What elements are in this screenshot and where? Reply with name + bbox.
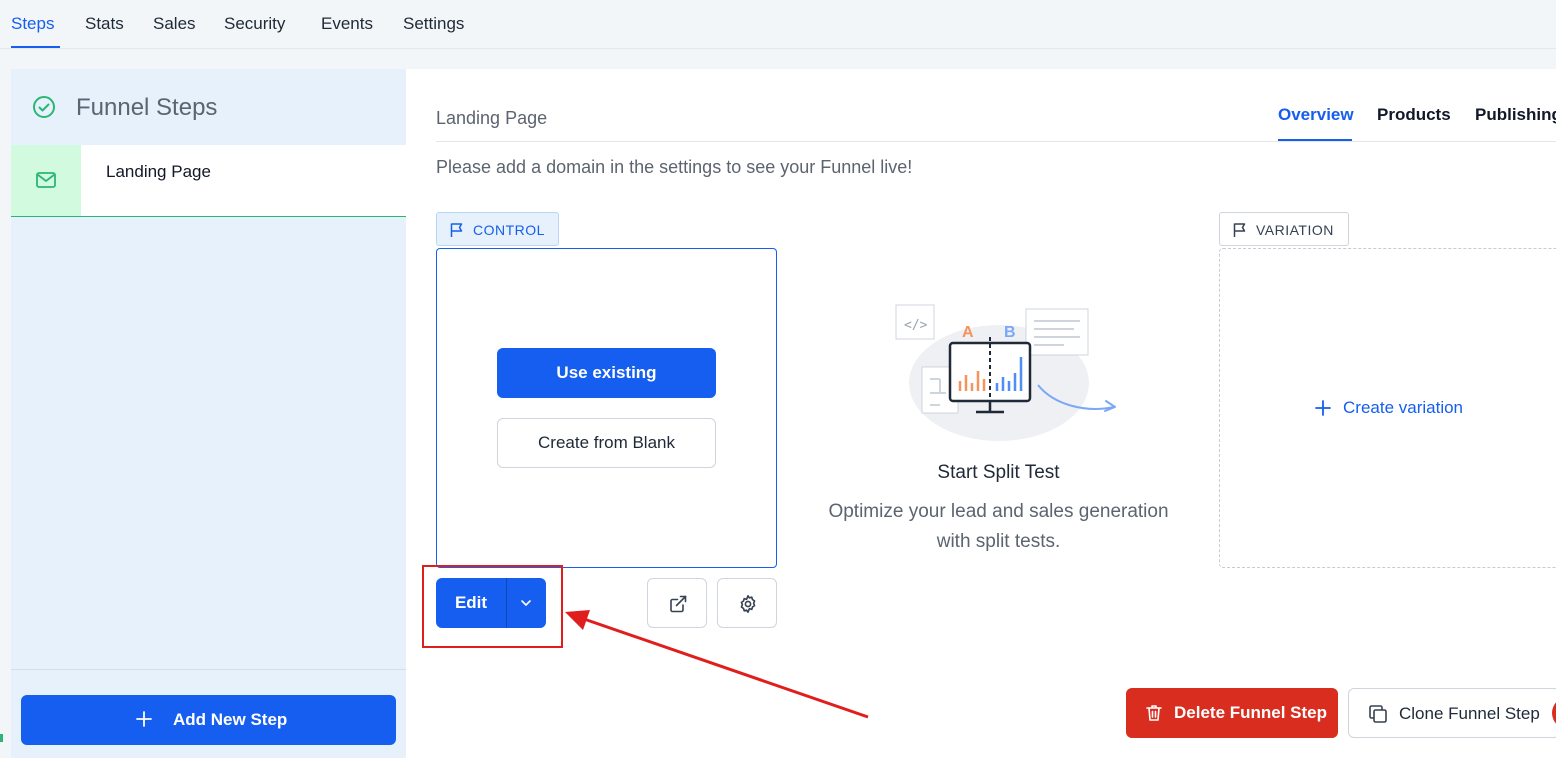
tab-publishing[interactable]: Publishing (1475, 105, 1556, 125)
external-link-icon (670, 595, 687, 613)
plus-icon (136, 711, 152, 727)
header-divider (436, 141, 1556, 142)
top-navigation: Steps Stats Sales Security Events Settin… (0, 0, 1556, 49)
variant-b-label: B (1004, 324, 1016, 341)
add-new-step-label: Add New Step (173, 710, 288, 729)
clone-funnel-step-button[interactable]: Clone Funnel Step (1348, 688, 1556, 738)
tab-overview[interactable]: Overview (1278, 105, 1354, 125)
sidebar-divider (11, 669, 406, 670)
domain-notice: Please add a domain in the settings to s… (436, 157, 913, 177)
variation-label: VARIATION (1256, 222, 1334, 238)
check-circle-icon (33, 96, 55, 118)
edge-indicator (0, 734, 3, 742)
mail-icon (36, 172, 56, 188)
tab-stats[interactable]: Stats (85, 14, 124, 34)
flag-icon (1233, 223, 1246, 237)
split-test-title: Start Split Test (937, 462, 1060, 483)
control-label: CONTROL (473, 222, 545, 238)
use-existing-button[interactable]: Use existing (497, 348, 716, 398)
clone-funnel-step-label: Clone Funnel Step (1399, 704, 1540, 723)
create-variation-label: Create variation (1343, 398, 1464, 417)
step-settings-button[interactable] (717, 578, 777, 628)
tab-security[interactable]: Security (224, 14, 285, 34)
control-badge: CONTROL (436, 212, 559, 246)
delete-funnel-step-button[interactable]: Delete Funnel Step (1126, 688, 1338, 738)
open-preview-button[interactable] (647, 578, 707, 628)
delete-funnel-step-label: Delete Funnel Step (1174, 703, 1328, 722)
tab-settings[interactable]: Settings (403, 14, 464, 34)
funnel-steps-sidebar: Funnel Steps Landing Page Add New Step (11, 69, 406, 758)
sidebar-step-landing-page[interactable]: Landing Page (11, 145, 406, 217)
step-detail-panel: Landing Page Overview Products Publishin… (406, 69, 1556, 758)
tab-steps[interactable]: Steps (11, 14, 54, 34)
gear-icon (740, 595, 756, 613)
add-new-step-button[interactable]: Add New Step (21, 695, 396, 745)
sidebar-step-label: Landing Page (106, 162, 211, 181)
tab-sales[interactable]: Sales (153, 14, 196, 34)
tab-products[interactable]: Products (1377, 105, 1451, 125)
plus-icon (1315, 400, 1331, 416)
copy-icon (1369, 705, 1387, 723)
split-test-description: Optimize your lead and sales generation … (828, 501, 1169, 552)
active-tab-indicator (11, 46, 60, 48)
sidebar-header: Funnel Steps (11, 69, 406, 145)
split-test-illustration: </> A B (895, 304, 1116, 441)
variation-placeholder-card: Create variation (1219, 248, 1556, 568)
variant-a-label: A (962, 324, 974, 341)
variation-badge: VARIATION (1219, 212, 1349, 246)
control-page-card: Use existing Create from Blank (436, 248, 777, 568)
annotation-highlight-box (422, 565, 563, 648)
create-from-blank-button[interactable]: Create from Blank (497, 418, 716, 468)
step-icon-box (11, 145, 81, 216)
trash-icon (1146, 705, 1162, 721)
tab-events[interactable]: Events (321, 14, 373, 34)
flag-icon (450, 223, 463, 237)
page-title: Landing Page (436, 108, 548, 128)
svg-text:</>: </> (904, 318, 928, 333)
sidebar-title: Funnel Steps (76, 94, 218, 121)
